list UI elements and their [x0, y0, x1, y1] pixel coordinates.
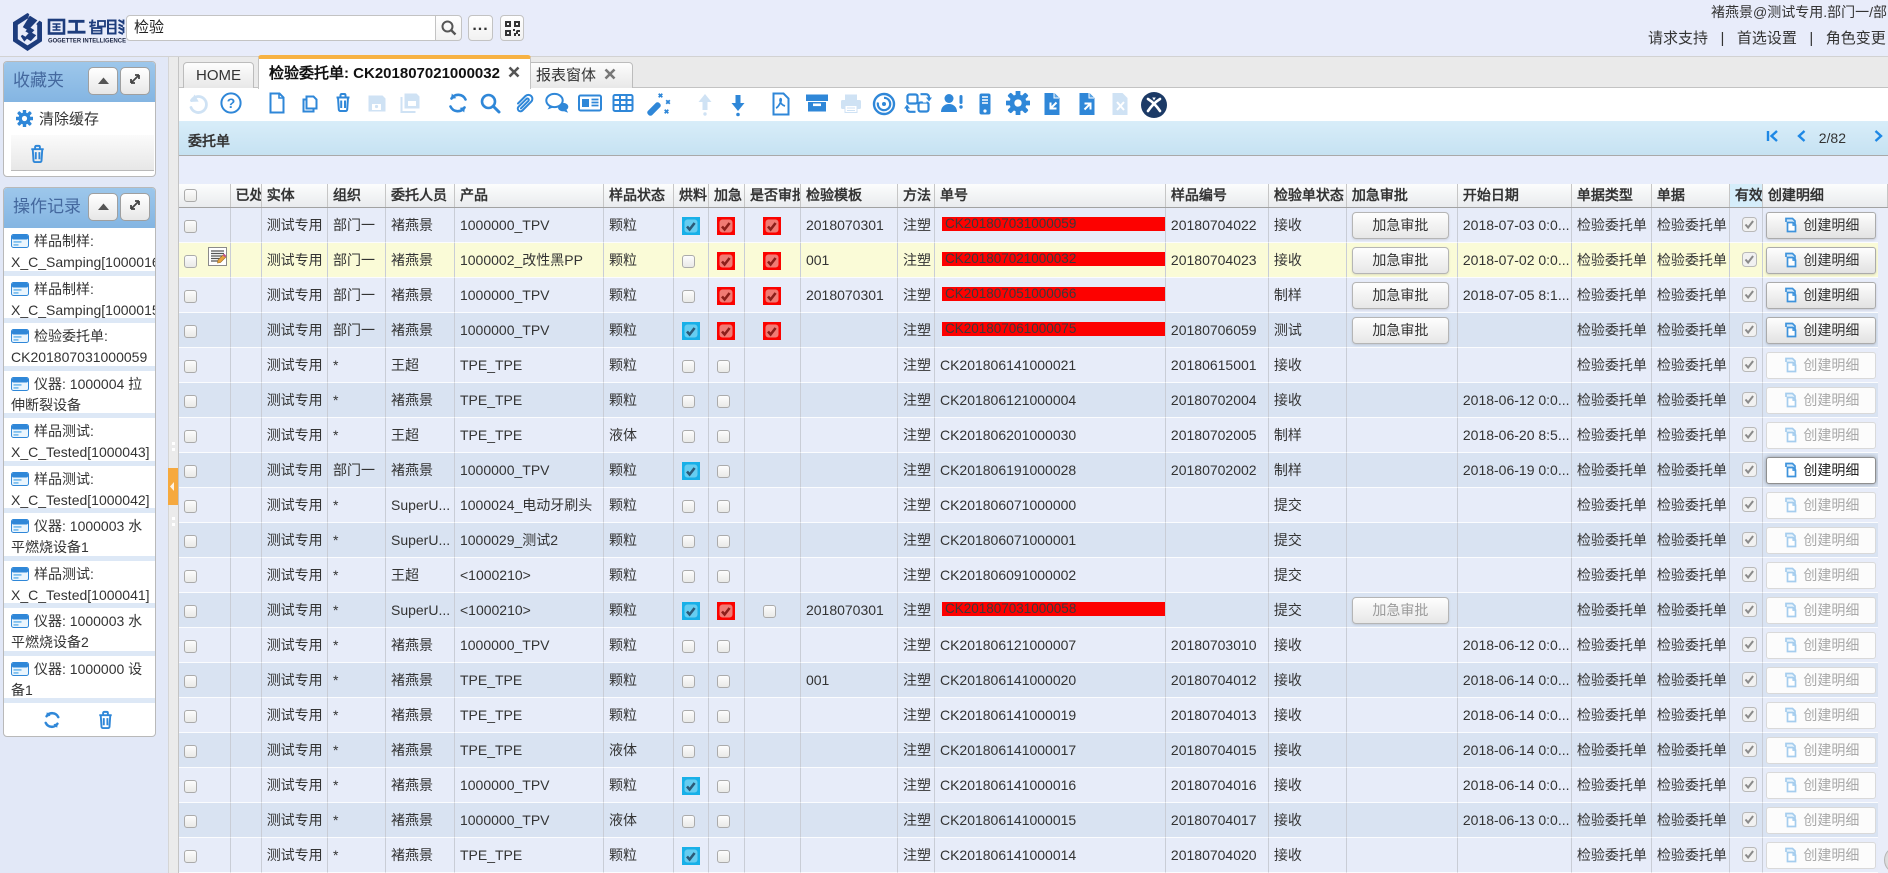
svg-text:GOGETTER INTELLIGENCE: GOGETTER INTELLIGENCE [48, 38, 127, 45]
svg-text:?: ? [227, 95, 236, 111]
